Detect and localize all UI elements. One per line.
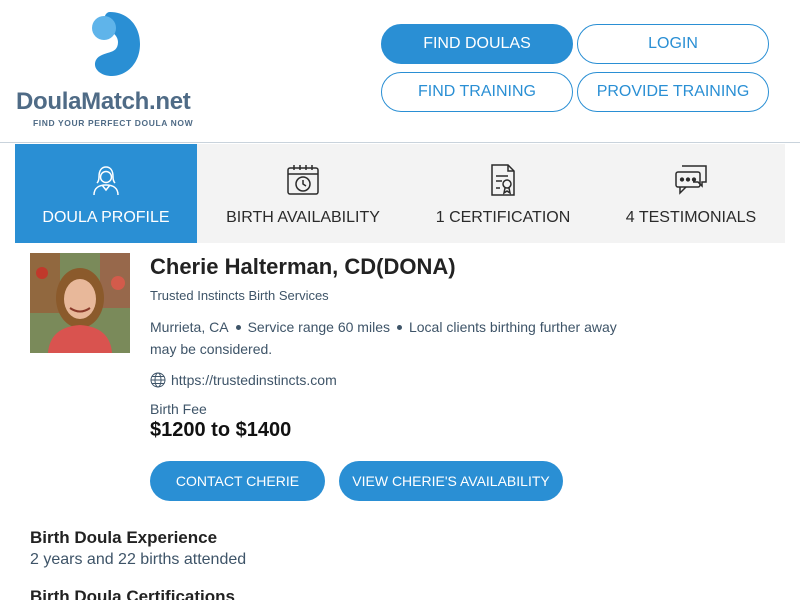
website-link[interactable]: https://trustedinstincts.com xyxy=(171,372,337,388)
globe-icon xyxy=(150,372,166,388)
chat-bubbles-icon xyxy=(675,165,707,195)
site-logo[interactable]: DoulaMatch.net FIND YOUR PERFECT DOULA N… xyxy=(16,10,226,135)
contact-button[interactable]: CONTACT CHERIE xyxy=(150,461,325,501)
tab-label: 1 CERTIFICATION xyxy=(435,209,571,226)
tab-label: DOULA PROFILE xyxy=(42,209,170,226)
business-name: Trusted Instincts Birth Services xyxy=(150,288,329,303)
birth-fee-label: Birth Fee xyxy=(150,401,207,417)
tab-doula-profile[interactable]: DOULA PROFILE xyxy=(15,144,197,243)
birth-fee-value: $1200 to $1400 xyxy=(150,419,292,441)
tab-label: 4 TESTIMONIALS xyxy=(625,209,757,226)
service-range: Service range 60 miles xyxy=(247,319,390,335)
login-button[interactable]: LOGIN xyxy=(577,24,769,64)
certificate-icon xyxy=(491,164,515,196)
find-training-button[interactable]: FIND TRAINING xyxy=(381,72,573,112)
separator-dot xyxy=(396,324,402,330)
view-availability-button[interactable]: VIEW CHERIE'S AVAILABILITY xyxy=(339,461,563,501)
site-header: DoulaMatch.net FIND YOUR PERFECT DOULA N… xyxy=(0,0,800,143)
logo-wordmark: DoulaMatch.net xyxy=(16,88,191,115)
experience-text: 2 years and 22 births attended xyxy=(30,551,247,568)
location: Murrieta, CA xyxy=(150,319,229,335)
tab-birth-availability[interactable]: BIRTH AVAILABILITY xyxy=(197,144,409,243)
calendar-clock-icon xyxy=(287,165,319,195)
tab-label: BIRTH AVAILABILITY xyxy=(226,209,380,226)
person-icon xyxy=(93,166,119,196)
find-doulas-button[interactable]: FIND DOULAS xyxy=(381,24,573,64)
profile-tabs: DOULA PROFILE BIRTH AVAILABILITY 1 CERTI… xyxy=(15,144,785,243)
tab-testimonials[interactable]: 4 TESTIMONIALS xyxy=(597,144,785,243)
doula-name: Cherie Halterman, CD(DONA) xyxy=(150,254,456,279)
website-row: https://trustedinstincts.com xyxy=(150,372,337,388)
service-info: Murrieta, CA Service range 60 miles Local … xyxy=(150,316,640,360)
logo-tagline: FIND YOUR PERFECT DOULA NOW xyxy=(33,118,194,128)
certifications-heading: Birth Doula Certifications xyxy=(30,587,235,600)
experience-heading: Birth Doula Experience xyxy=(30,528,218,547)
provide-training-button[interactable]: PROVIDE TRAINING xyxy=(577,72,769,112)
logo-drop-icon xyxy=(92,12,140,76)
doula-photo xyxy=(30,253,130,353)
tab-certification[interactable]: 1 CERTIFICATION xyxy=(409,144,597,243)
separator-dot xyxy=(235,324,241,330)
